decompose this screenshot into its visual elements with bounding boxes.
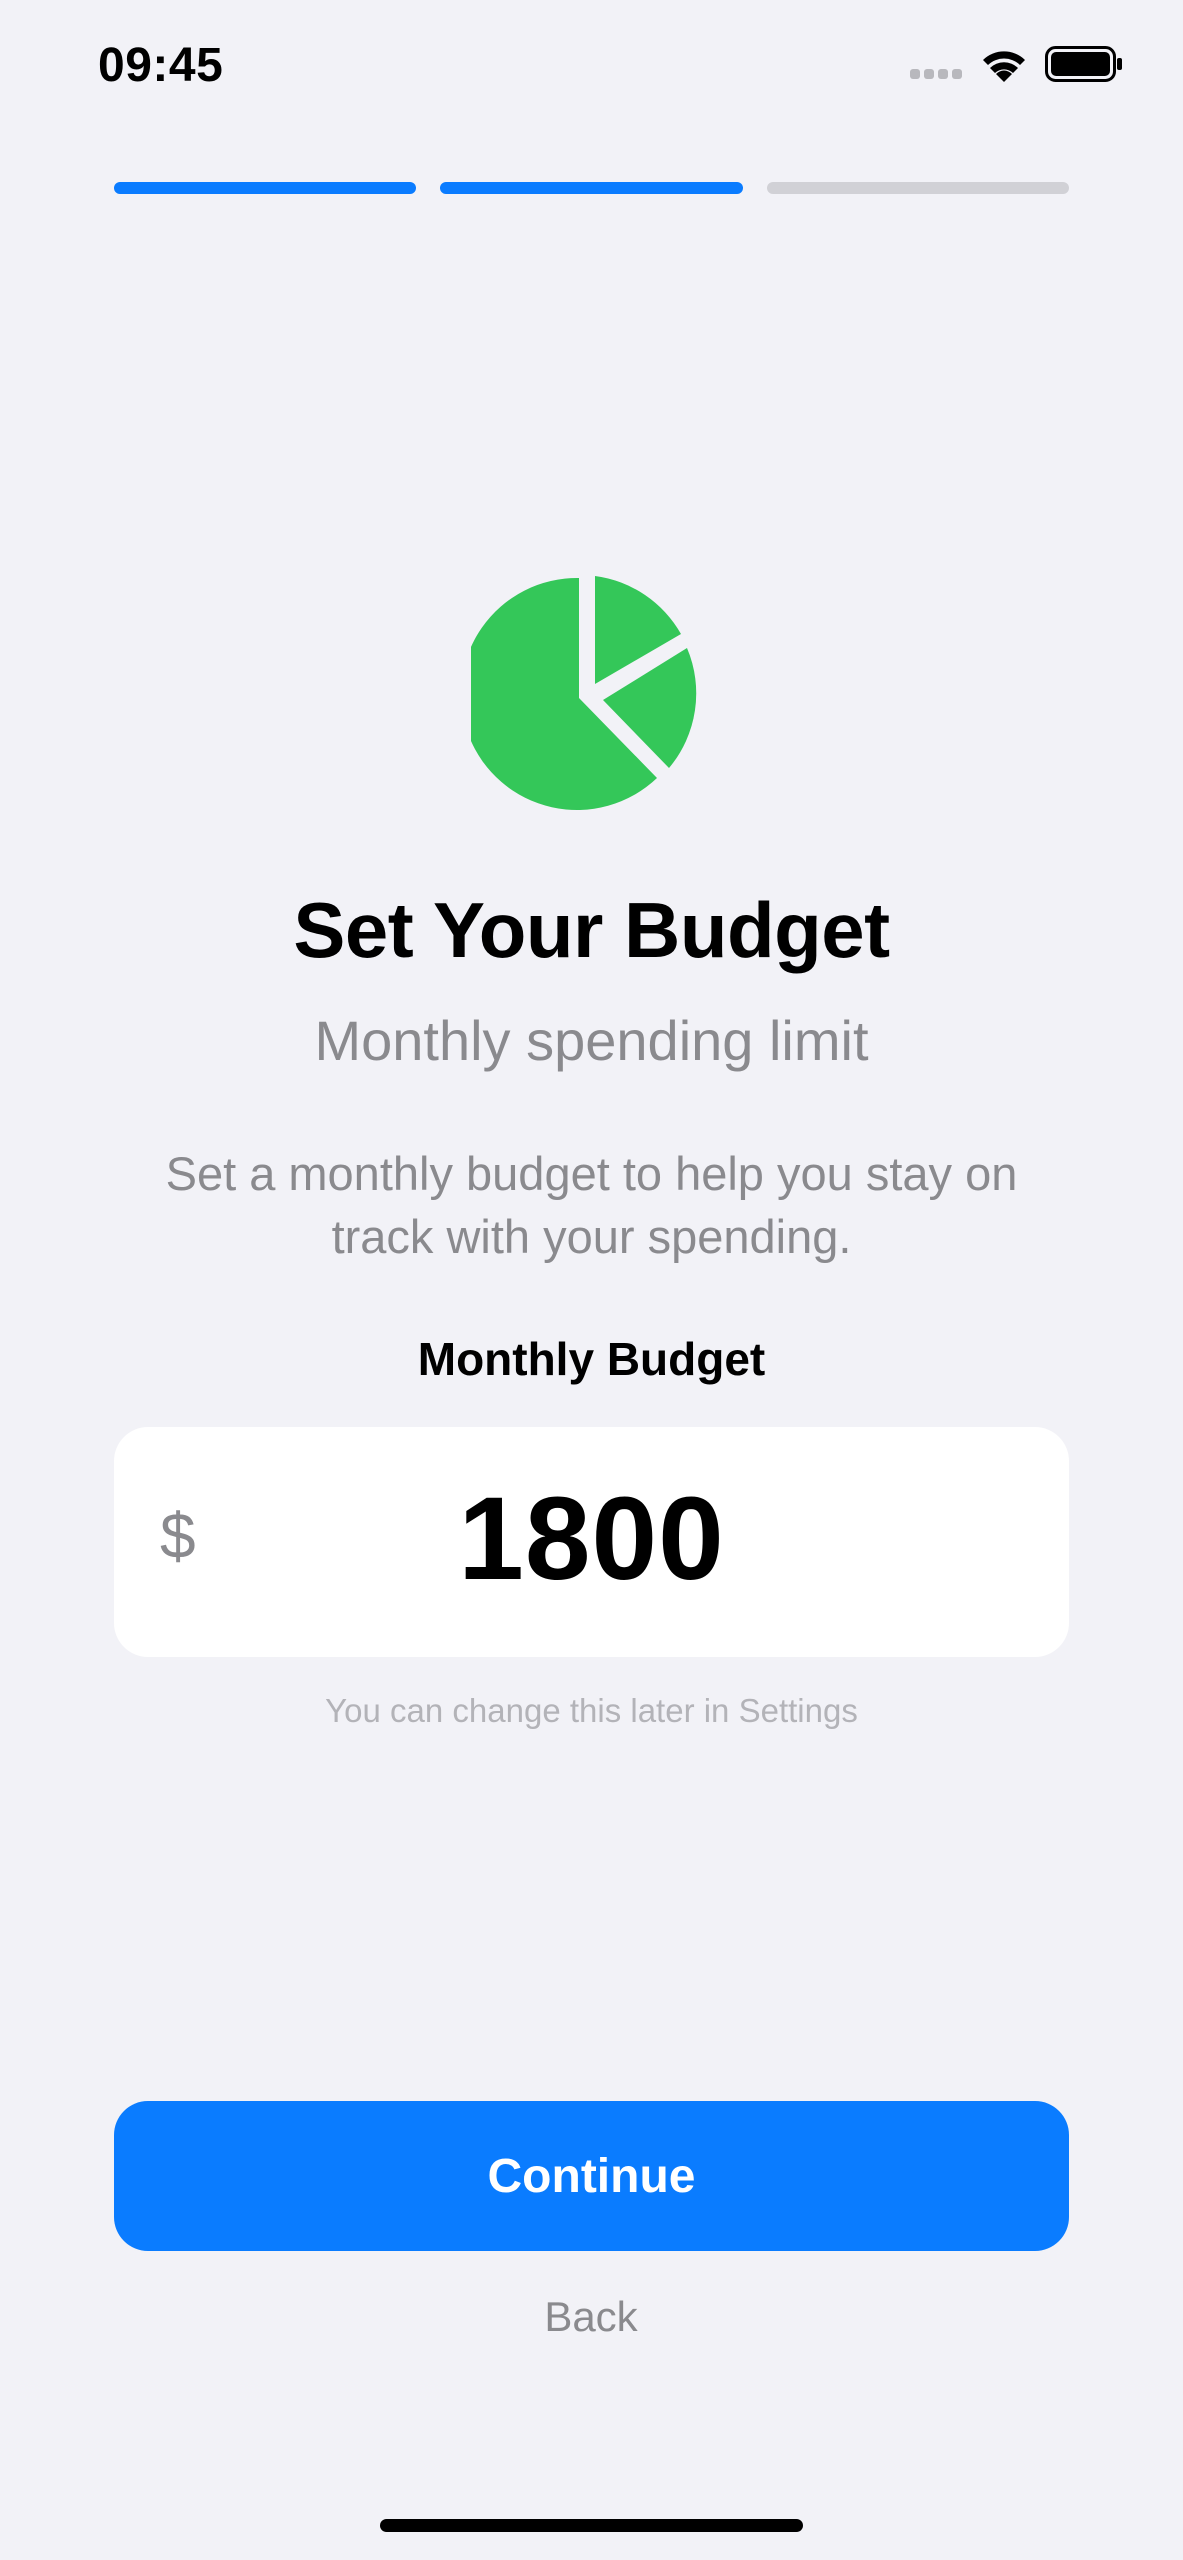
progress-step-1 [114, 182, 417, 194]
back-button[interactable]: Back [491, 2293, 691, 2353]
page-description: Set a monthly budget to help you stay on… [165, 1147, 1018, 1263]
continue-button[interactable]: Continue [114, 2101, 1069, 2251]
progress-step-3 [766, 182, 1069, 194]
home-indicator[interactable] [380, 2519, 803, 2532]
budget-field-label: Monthly Budget [417, 1333, 766, 1385]
status-time: 09:45 [98, 39, 224, 92]
wifi-icon [983, 51, 1025, 82]
progress-step-2 [440, 182, 743, 194]
status-bar: 09:45 [0, 0, 1183, 130]
budget-hint: You can change this later in Settings [325, 1692, 858, 1729]
budget-input[interactable]: $ 1800 [114, 1427, 1069, 1657]
budget-onboarding-screen: 09:45 Set Your Budget Monthly spending l… [0, 0, 1183, 2560]
onboarding-progress [114, 182, 1069, 194]
battery-icon [1045, 46, 1122, 82]
page-subtitle: Monthly spending limit [314, 1009, 869, 1072]
chart-pie-icon [471, 576, 697, 810]
budget-value[interactable]: 1800 [114, 1471, 1069, 1607]
cellular-signal-icon [910, 69, 962, 79]
page-title: Set Your Budget [293, 886, 890, 974]
